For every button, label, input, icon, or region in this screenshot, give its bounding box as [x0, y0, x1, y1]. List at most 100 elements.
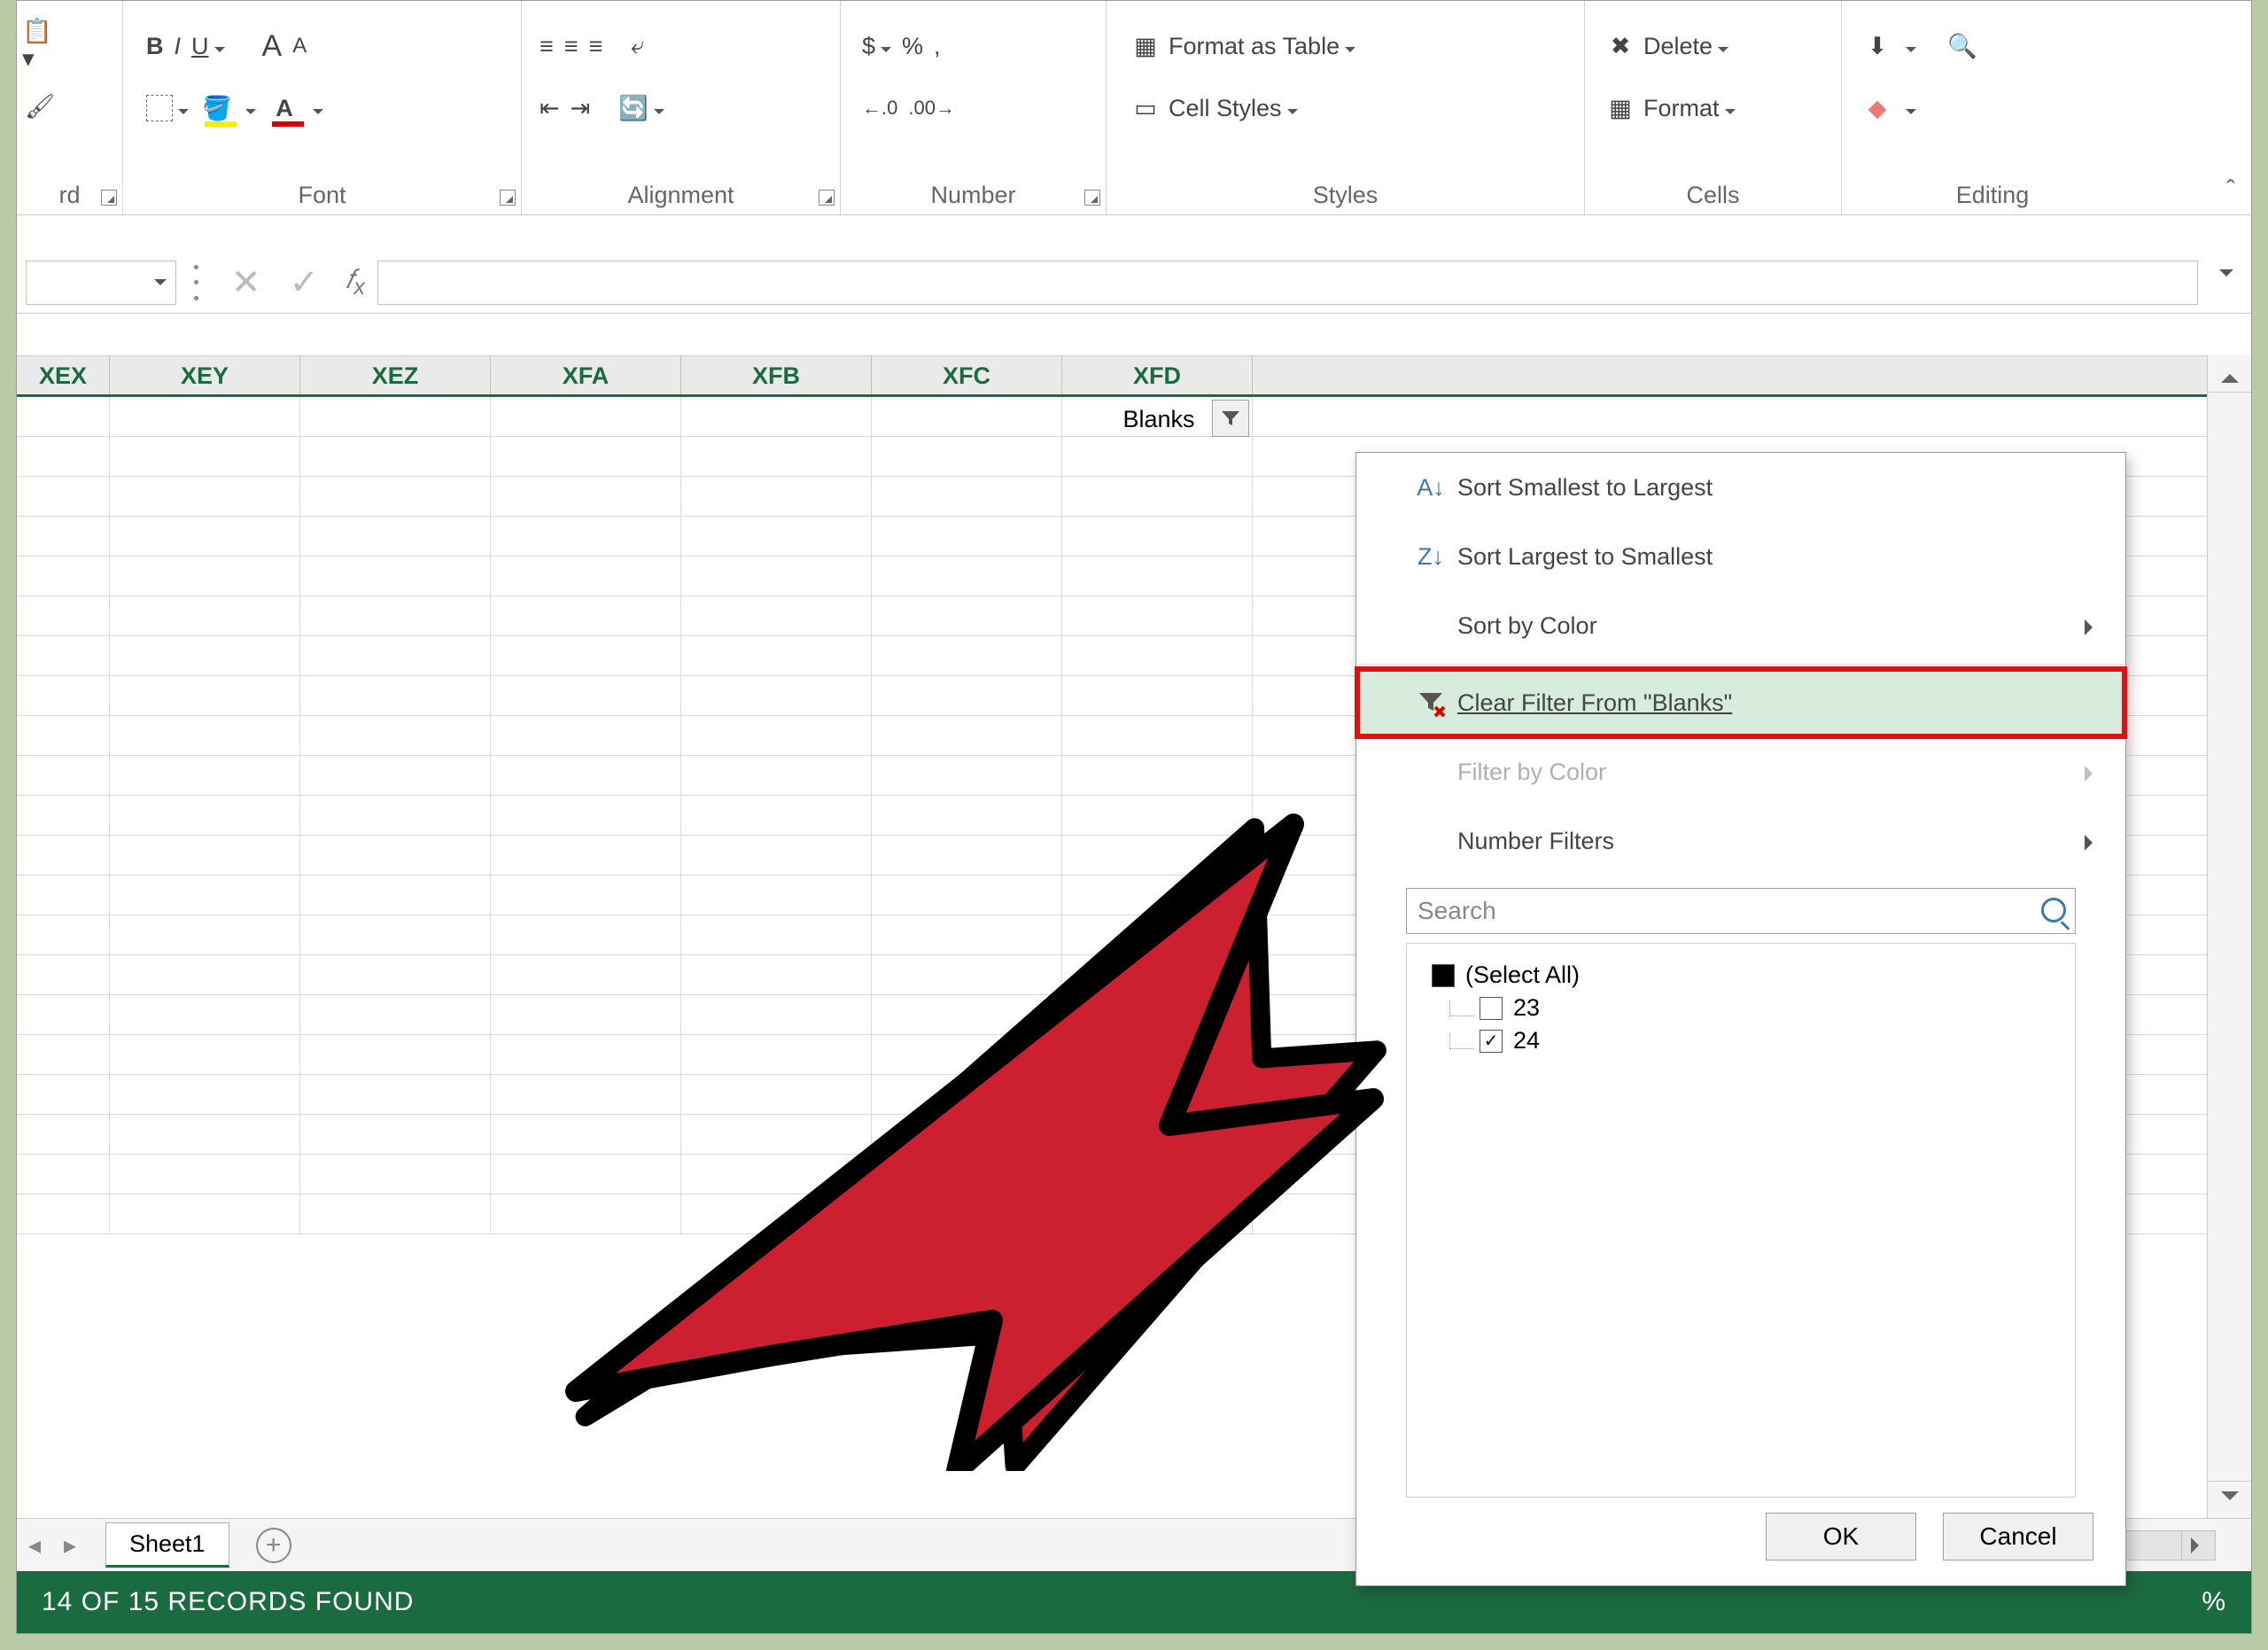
- menu-label: Sort Smallest to Largest: [1457, 474, 1713, 502]
- menu-label: Clear Filter From "Blanks": [1457, 689, 1732, 717]
- formula-bar-divider[interactable]: [194, 265, 199, 300]
- tree-label: (Select All): [1465, 961, 1580, 989]
- percent-button[interactable]: %: [902, 24, 923, 68]
- filter-search-input[interactable]: Search: [1406, 888, 2076, 934]
- checkbox-select-all[interactable]: [1432, 964, 1455, 987]
- paste-button[interactable]: 📋▾: [22, 22, 63, 66]
- menu-label: Filter by Color: [1457, 759, 1606, 786]
- clear-filter-icon: [1404, 688, 1457, 718]
- ok-button[interactable]: OK: [1766, 1513, 1916, 1560]
- format-as-table-button[interactable]: ▦Format as Table: [1128, 24, 1355, 68]
- format-button[interactable]: ▦Format: [1603, 86, 1736, 130]
- menu-label: Number Filters: [1457, 828, 1614, 855]
- group-label: Styles: [1107, 182, 1584, 209]
- grow-font-button[interactable]: A: [262, 24, 283, 68]
- chevron-right-icon: [2085, 619, 2101, 635]
- menu-label: Sort Largest to Smallest: [1457, 543, 1713, 571]
- fill-color-button[interactable]: 🪣: [199, 86, 256, 130]
- bold-button[interactable]: B: [146, 24, 164, 68]
- alignment-dialog-launcher[interactable]: [819, 190, 835, 206]
- borders-button[interactable]: [146, 86, 189, 130]
- add-sheet-button[interactable]: +: [256, 1528, 291, 1563]
- tree-label: 23: [1513, 994, 1540, 1022]
- sort-asc-item[interactable]: A↓ Sort Smallest to Largest: [1356, 453, 2125, 522]
- cancel-icon[interactable]: ✕: [231, 262, 261, 303]
- cell-styles-button[interactable]: ▭Cell Styles: [1128, 86, 1298, 130]
- delete-button[interactable]: ✖Delete: [1603, 24, 1728, 68]
- group-label: Alignment: [522, 182, 840, 209]
- orientation-button[interactable]: 🔄: [618, 86, 664, 130]
- scroll-right-button[interactable]: [2181, 1531, 2215, 1560]
- tree-label: 24: [1513, 1027, 1540, 1055]
- checkbox-23[interactable]: [1480, 997, 1503, 1020]
- ribbon-group-number: $ % , ←.0 .00→ Number: [841, 1, 1107, 214]
- align-middle-button[interactable]: ≡: [564, 24, 579, 68]
- col-header[interactable]: XFC: [872, 356, 1062, 394]
- fx-icon[interactable]: 𝑓x: [346, 265, 365, 300]
- scroll-down-button[interactable]: [2208, 1481, 2251, 1518]
- menu-label: Sort by Color: [1457, 612, 1597, 640]
- sort-by-color-item[interactable]: Sort by Color: [1356, 591, 2125, 660]
- tab-nav-next[interactable]: ▸: [52, 1530, 88, 1560]
- shrink-font-button[interactable]: A: [292, 24, 307, 68]
- align-top-button[interactable]: ≡: [540, 24, 554, 68]
- filter-by-color-item: Filter by Color: [1356, 737, 2125, 806]
- ribbon-group-editing: ⬇ 🔍 ◆ Editing: [1842, 1, 2143, 214]
- tab-nav-prev[interactable]: ◂: [17, 1530, 52, 1560]
- ribbon-group-cells: ✖Delete ▦Format Cells: [1585, 1, 1842, 214]
- ribbon-group-alignment: ≡ ≡ ≡ ⤶ ⇤ ⇥ 🔄 Alignment: [522, 1, 841, 214]
- search-icon: [2041, 898, 2066, 922]
- italic-button[interactable]: I: [175, 24, 182, 68]
- format-painter-button[interactable]: 🖌: [22, 84, 63, 128]
- col-header[interactable]: XEZ: [300, 356, 491, 394]
- column-headers[interactable]: XEX XEY XEZ XFA XFB XFC XFD: [17, 356, 2207, 397]
- clear-filter-item[interactable]: Clear Filter From "Blanks": [1356, 668, 2125, 737]
- decrease-decimal-button[interactable]: .00→: [908, 86, 955, 130]
- col-header[interactable]: XEY: [110, 356, 300, 394]
- currency-button[interactable]: $: [862, 24, 891, 68]
- group-label: Cells: [1585, 182, 1841, 209]
- expand-formula-bar[interactable]: [2219, 276, 2233, 304]
- cancel-button[interactable]: Cancel: [1943, 1513, 2093, 1560]
- filter-values-tree[interactable]: (Select All) 23 24: [1406, 943, 2076, 1498]
- formula-input[interactable]: [377, 261, 2198, 305]
- accept-icon[interactable]: ✓: [290, 262, 320, 303]
- status-text: 14 OF 15 RECORDS FOUND: [42, 1587, 414, 1617]
- group-label: Font: [123, 182, 521, 209]
- clear-button[interactable]: ◆: [1860, 86, 1916, 130]
- sort-desc-item[interactable]: Z↓ Sort Largest to Smallest: [1356, 522, 2125, 591]
- col-header[interactable]: XFD: [1062, 356, 1253, 394]
- number-dialog-launcher[interactable]: [1084, 190, 1100, 206]
- collapse-ribbon-button[interactable]: ˆ: [2226, 175, 2235, 206]
- autofilter-popup: A↓ Sort Smallest to Largest Z↓ Sort Larg…: [1355, 452, 2126, 1586]
- name-box[interactable]: [26, 261, 176, 305]
- comma-style-button[interactable]: ,: [934, 24, 941, 68]
- fill-button[interactable]: ⬇: [1860, 24, 1916, 68]
- group-label: Editing: [1842, 182, 2143, 209]
- wrap-text-button[interactable]: ⤶: [631, 24, 644, 68]
- ribbon-group-clipboard: 📋▾ 🖌 rd: [17, 1, 123, 214]
- number-filters-item[interactable]: Number Filters: [1356, 806, 2125, 876]
- col-header[interactable]: XFB: [681, 356, 872, 394]
- decrease-indent-button[interactable]: ⇤: [540, 86, 560, 130]
- chevron-right-icon: [2085, 835, 2101, 851]
- increase-decimal-button[interactable]: ←.0: [862, 86, 897, 130]
- vertical-scrollbar[interactable]: [2207, 355, 2251, 1518]
- font-color-button[interactable]: A: [267, 86, 323, 130]
- clipboard-dialog-launcher[interactable]: [101, 190, 117, 206]
- sheet-tab-sheet1[interactable]: Sheet1: [105, 1522, 229, 1568]
- col-header[interactable]: XEX: [17, 356, 110, 394]
- underline-button[interactable]: U: [191, 24, 225, 68]
- checkbox-24[interactable]: [1480, 1030, 1503, 1053]
- increase-indent-button[interactable]: ⇥: [571, 86, 591, 130]
- ribbon: 📋▾ 🖌 rd B I U A A 🪣 A Font: [17, 1, 2251, 215]
- chevron-right-icon: [2085, 766, 2101, 782]
- find-select-button[interactable]: 🔍: [1945, 24, 1985, 68]
- group-label: Number: [841, 182, 1106, 209]
- filter-dropdown-button[interactable]: [1212, 400, 1249, 437]
- align-bottom-button[interactable]: ≡: [589, 24, 603, 68]
- col-header[interactable]: XFA: [491, 356, 681, 394]
- scroll-up-button[interactable]: [2208, 355, 2251, 393]
- font-dialog-launcher[interactable]: [500, 190, 516, 206]
- zoom-percent[interactable]: %: [2202, 1587, 2226, 1617]
